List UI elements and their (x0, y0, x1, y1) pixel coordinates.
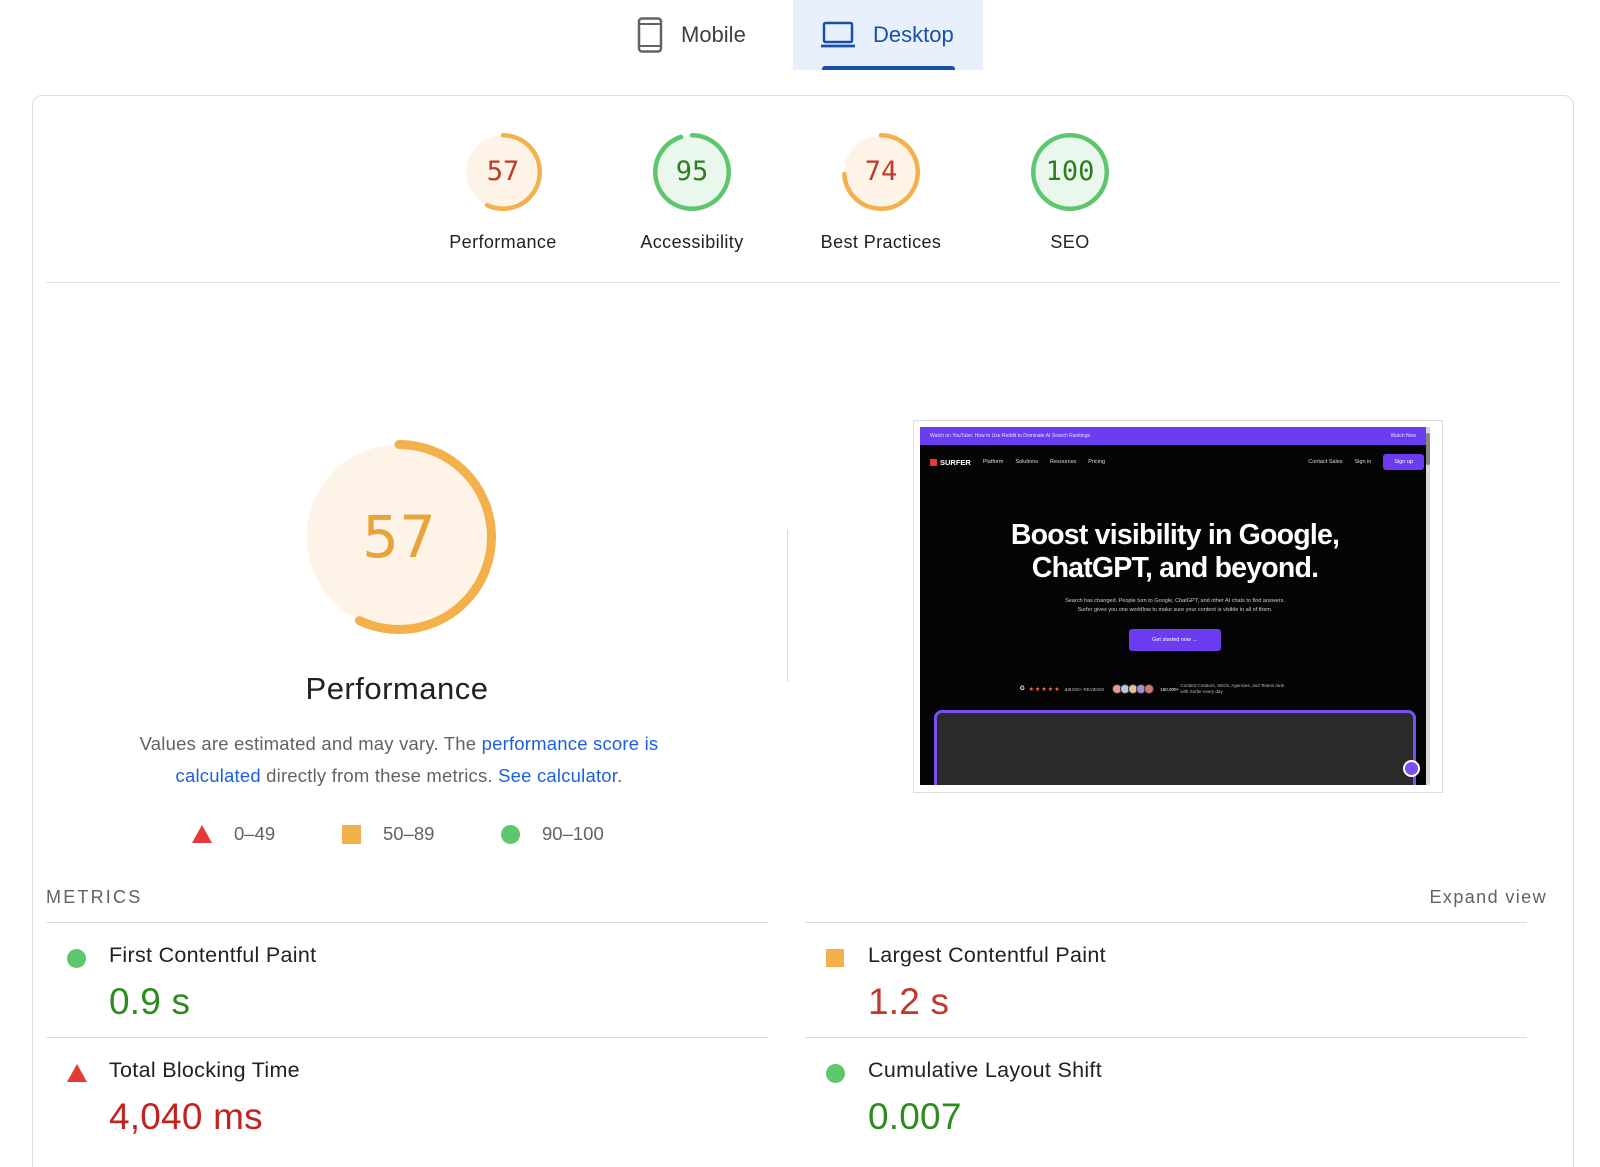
gauge-best-practices[interactable]: 74 Best Practices (801, 132, 961, 253)
gauge-label: SEO (1050, 232, 1090, 252)
device-tabs: Mobile Desktop (625, 0, 983, 70)
report-card: 57 Performance 95 Accessibility 74 Best … (32, 95, 1574, 1167)
expand-view-toggle[interactable]: Expand view (1430, 887, 1547, 908)
gauge-ring: 74 (841, 132, 921, 212)
metric-largest-contentful-paint: Largest Contentful Paint 1.2 s (805, 922, 1527, 1038)
legend-label: 90–100 (542, 823, 604, 844)
performance-description: Values are estimated and may vary. The p… (103, 728, 695, 792)
metric-value: 4,040 ms (109, 1096, 263, 1137)
signup-button: Sign up (1383, 454, 1424, 470)
legend-poor: 0–49 (192, 823, 275, 845)
gauge-label: Performance (449, 232, 557, 252)
metrics-heading: METRICS (46, 887, 143, 907)
gauge-value: 95 (675, 156, 709, 187)
tab-desktop-label: Desktop (873, 22, 954, 47)
metric-cumulative-layout-shift: Cumulative Layout Shift 0.007 (805, 1037, 1527, 1153)
performance-score: 57 (362, 503, 436, 571)
triangle-icon (192, 825, 212, 843)
screenshot-scrollbar (1426, 427, 1430, 785)
score-gauges: 57 Performance 95 Accessibility 74 Best … (33, 132, 1573, 282)
performance-main-gauge: 57 (301, 439, 497, 635)
nav-item: Pricing (1088, 459, 1106, 465)
gauge-ring: 57 (463, 132, 543, 212)
screenshot-image: Watch on YouTube: How to Use Reddit to D… (920, 427, 1430, 785)
active-tab-indicator (822, 66, 955, 70)
average-square-icon (826, 949, 844, 967)
banner-link: Watch Now (1390, 433, 1416, 439)
metric-label: Total Blocking Time (109, 1058, 300, 1082)
gauge-value: 100 (1045, 156, 1095, 187)
tab-mobile-label: Mobile (681, 22, 746, 47)
tab-desktop[interactable]: Desktop (793, 0, 983, 70)
chat-icon (1403, 760, 1420, 777)
see-calculator-link[interactable]: See calculator (498, 765, 617, 786)
metric-value: 0.007 (868, 1096, 962, 1137)
pass-circle-icon (67, 949, 86, 968)
description-text: directly from these metrics. (260, 765, 499, 786)
gauge-performance[interactable]: 57 Performance (423, 132, 583, 253)
metric-value: 1.2 s (868, 981, 950, 1022)
metric-label: First Contentful Paint (109, 943, 317, 967)
nav-item: Solutions (1015, 459, 1038, 465)
laptop-icon (821, 21, 855, 49)
screenshot-cta: Get started now → (1129, 629, 1221, 651)
surfer-logo: SURFER (930, 458, 971, 467)
screenshot-video-frame (934, 710, 1416, 785)
screenshot-headline: Boost visibility in Google, ChatGPT, and … (1010, 519, 1340, 584)
nav-item: Platform (982, 459, 1004, 465)
metric-label: Largest Contentful Paint (868, 943, 1106, 967)
gauge-seo[interactable]: 100 SEO (990, 132, 1150, 253)
gauge-value: 57 (486, 156, 520, 187)
gauge-value: 74 (864, 156, 898, 187)
legend-good: 90–100 (501, 823, 604, 845)
screenshot-reviews: G ★★★★★ 4.8 500+ REVIEWS 150,000+ Conten… (1020, 683, 1285, 694)
circle-icon (501, 824, 520, 844)
gauge-ring: 95 (652, 132, 732, 212)
gauge-ring: 100 (1030, 132, 1110, 212)
screenshot-nav: SURFER Platform Solutions Resources Pric… (920, 445, 1430, 479)
final-screenshot[interactable]: Watch on YouTube: How to Use Reddit to D… (913, 420, 1443, 793)
nav-item: Sign in (1354, 459, 1372, 465)
legend-average: 50–89 (342, 823, 434, 845)
gauge-label: Accessibility (640, 232, 744, 252)
banner-text: Watch on YouTube: How to Use Reddit to D… (930, 433, 1090, 439)
square-icon (342, 824, 361, 844)
performance-title: Performance (305, 671, 489, 706)
gauge-label: Best Practices (820, 232, 942, 252)
pass-circle-icon (826, 1064, 845, 1083)
metric-value: 0.9 s (109, 981, 191, 1022)
screenshot-subtext: Search has changed. People turn to Googl… (1065, 598, 1285, 613)
metric-label: Cumulative Layout Shift (868, 1058, 1102, 1082)
divider (46, 282, 1560, 283)
legend-label: 50–89 (383, 823, 435, 844)
screenshot-banner: Watch on YouTube: How to Use Reddit to D… (920, 427, 1430, 445)
metric-first-contentful-paint: First Contentful Paint 0.9 s (46, 922, 768, 1038)
metric-total-blocking-time: Total Blocking Time 4,040 ms (46, 1037, 768, 1153)
vertical-divider (787, 530, 788, 682)
fail-triangle-icon (67, 1064, 87, 1082)
description-text: Values are estimated and may vary. The (139, 733, 482, 754)
tab-mobile[interactable]: Mobile (625, 0, 793, 70)
legend-label: 0–49 (234, 823, 276, 844)
gauge-accessibility[interactable]: 95 Accessibility (612, 132, 772, 253)
description-text: . (617, 765, 623, 786)
nav-item: Resources (1049, 459, 1077, 465)
nav-item: Contact Sales (1308, 459, 1343, 465)
phone-icon (637, 17, 663, 53)
